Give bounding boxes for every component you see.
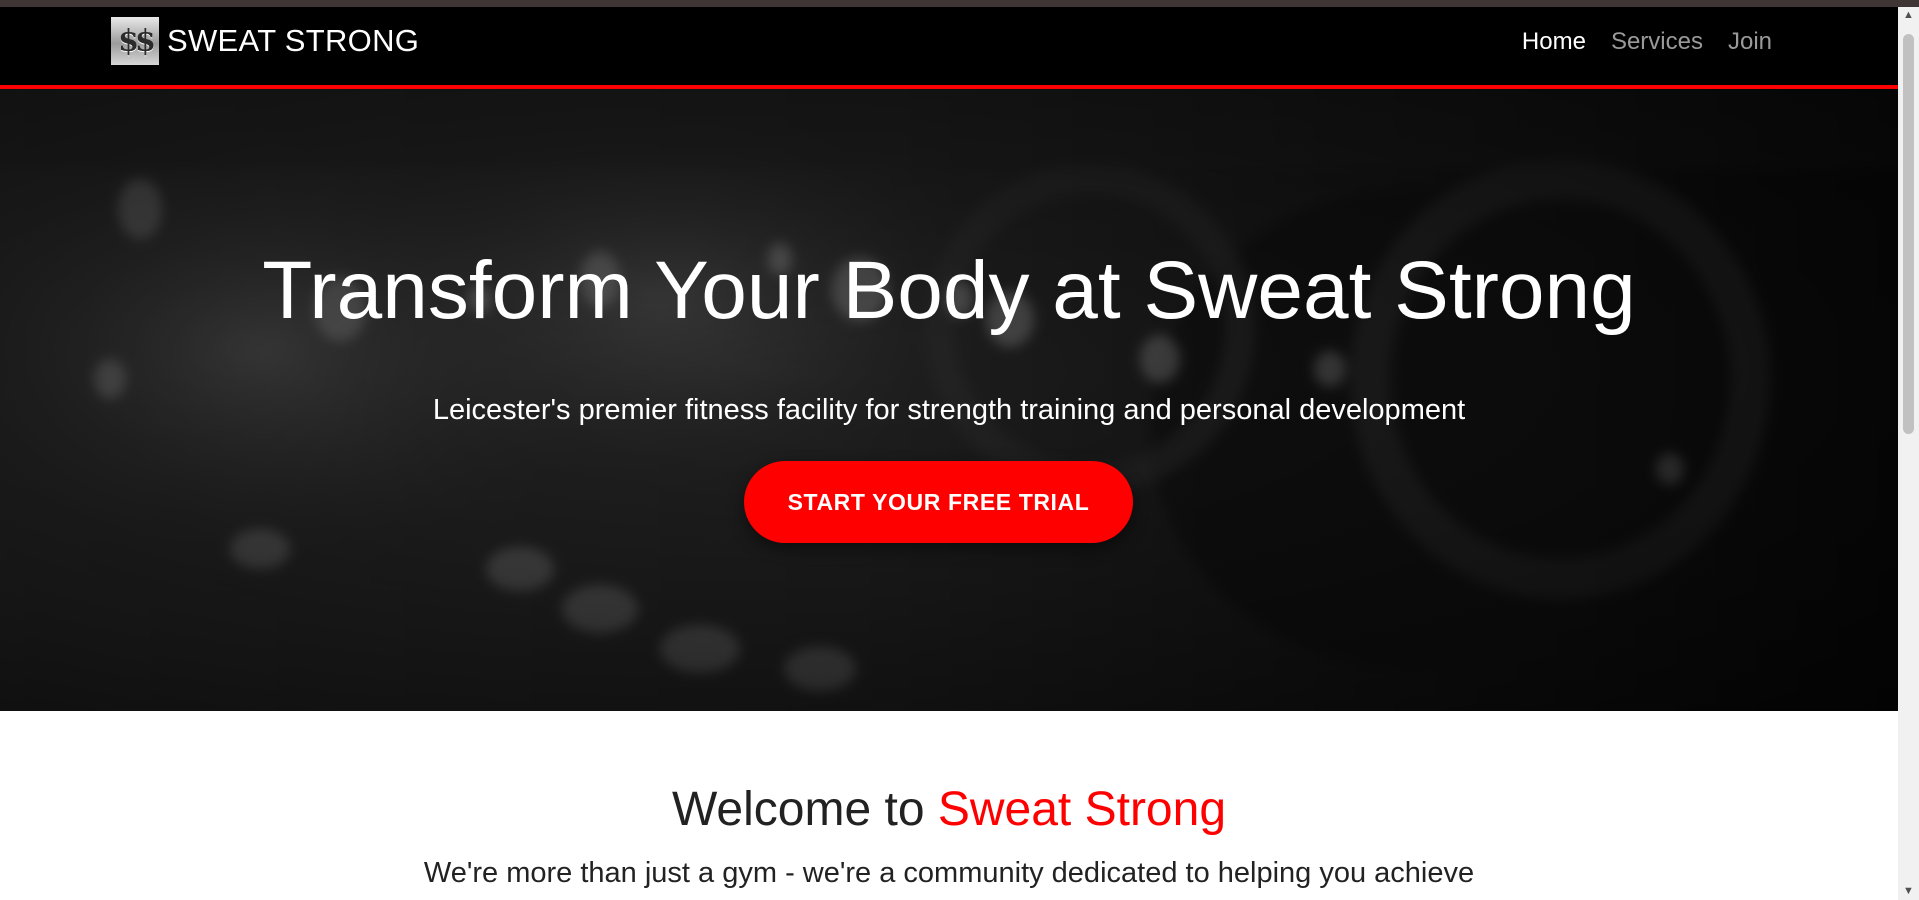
brand-name: SWEAT STRONG (167, 23, 420, 58)
nav-link-home[interactable]: Home (1522, 28, 1586, 56)
navbar: $$ SWEAT STRONG Home Services Join (0, 7, 1898, 89)
hero-title: Transform Your Body at Sweat Strong (262, 245, 1636, 336)
brand[interactable]: $$ SWEAT STRONG (111, 17, 419, 65)
vertical-scrollbar[interactable]: ▲ ▼ (1898, 7, 1919, 900)
welcome-title-accent: Sweat Strong (937, 783, 1227, 836)
scrollbar-thumb[interactable] (1903, 34, 1914, 434)
page: $$ SWEAT STRONG Home Services Join Trans… (0, 7, 1898, 900)
hero-subtitle: Leicester's premier fitness facility for… (432, 394, 1466, 426)
hero-section: Transform Your Body at Sweat Strong Leic… (0, 89, 1898, 711)
hero-content: Transform Your Body at Sweat Strong Leic… (0, 89, 1898, 711)
start-free-trial-button[interactable]: START YOUR FREE TRIAL (744, 461, 1133, 543)
scroll-down-arrow-icon[interactable]: ▼ (1898, 883, 1919, 900)
scroll-up-arrow-icon[interactable]: ▲ (1898, 7, 1919, 24)
dollar-logo-icon: $$ (111, 17, 159, 65)
welcome-text: We're more than just a gym - we're a com… (423, 857, 1475, 889)
nav-link-services[interactable]: Services (1611, 28, 1703, 56)
nav-link-join[interactable]: Join (1728, 28, 1772, 56)
window-top-strip (0, 0, 1919, 7)
welcome-title-prefix: Welcome to (671, 783, 938, 836)
nav-links: Home Services Join (1522, 28, 1772, 56)
welcome-title: Welcome to Sweat Strong (0, 782, 1898, 837)
